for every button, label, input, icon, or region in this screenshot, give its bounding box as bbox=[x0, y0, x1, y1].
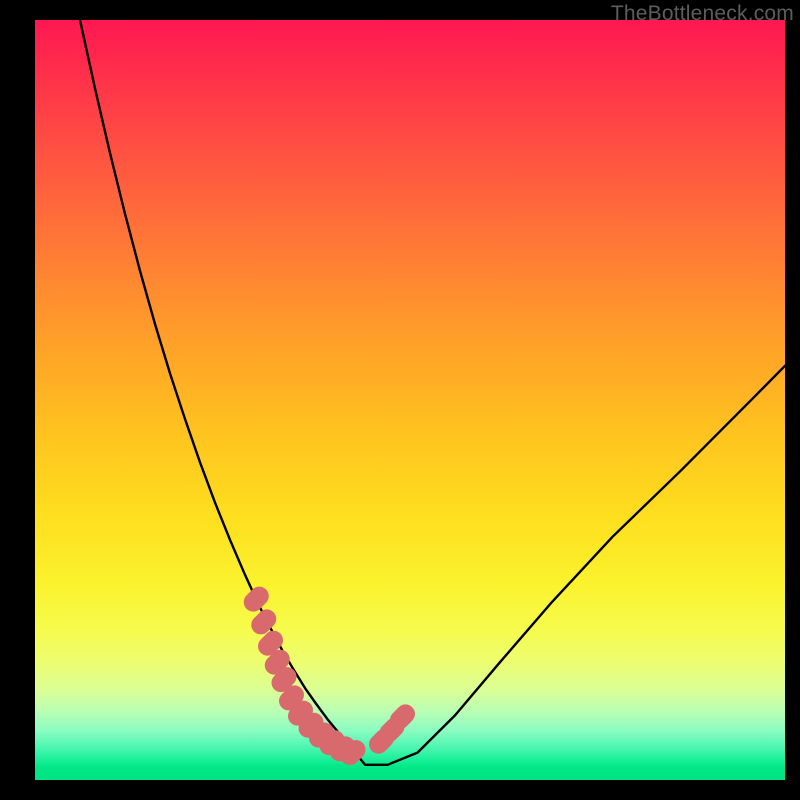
chart-stage: TheBottleneck.com bbox=[0, 0, 800, 800]
marker-segment-right bbox=[379, 714, 406, 744]
marker-segment-bottom bbox=[289, 695, 357, 756]
plot-area bbox=[35, 20, 785, 780]
marker-segment-left bbox=[253, 596, 287, 683]
bottleneck-curve bbox=[80, 20, 785, 765]
plot-svg bbox=[35, 20, 785, 780]
